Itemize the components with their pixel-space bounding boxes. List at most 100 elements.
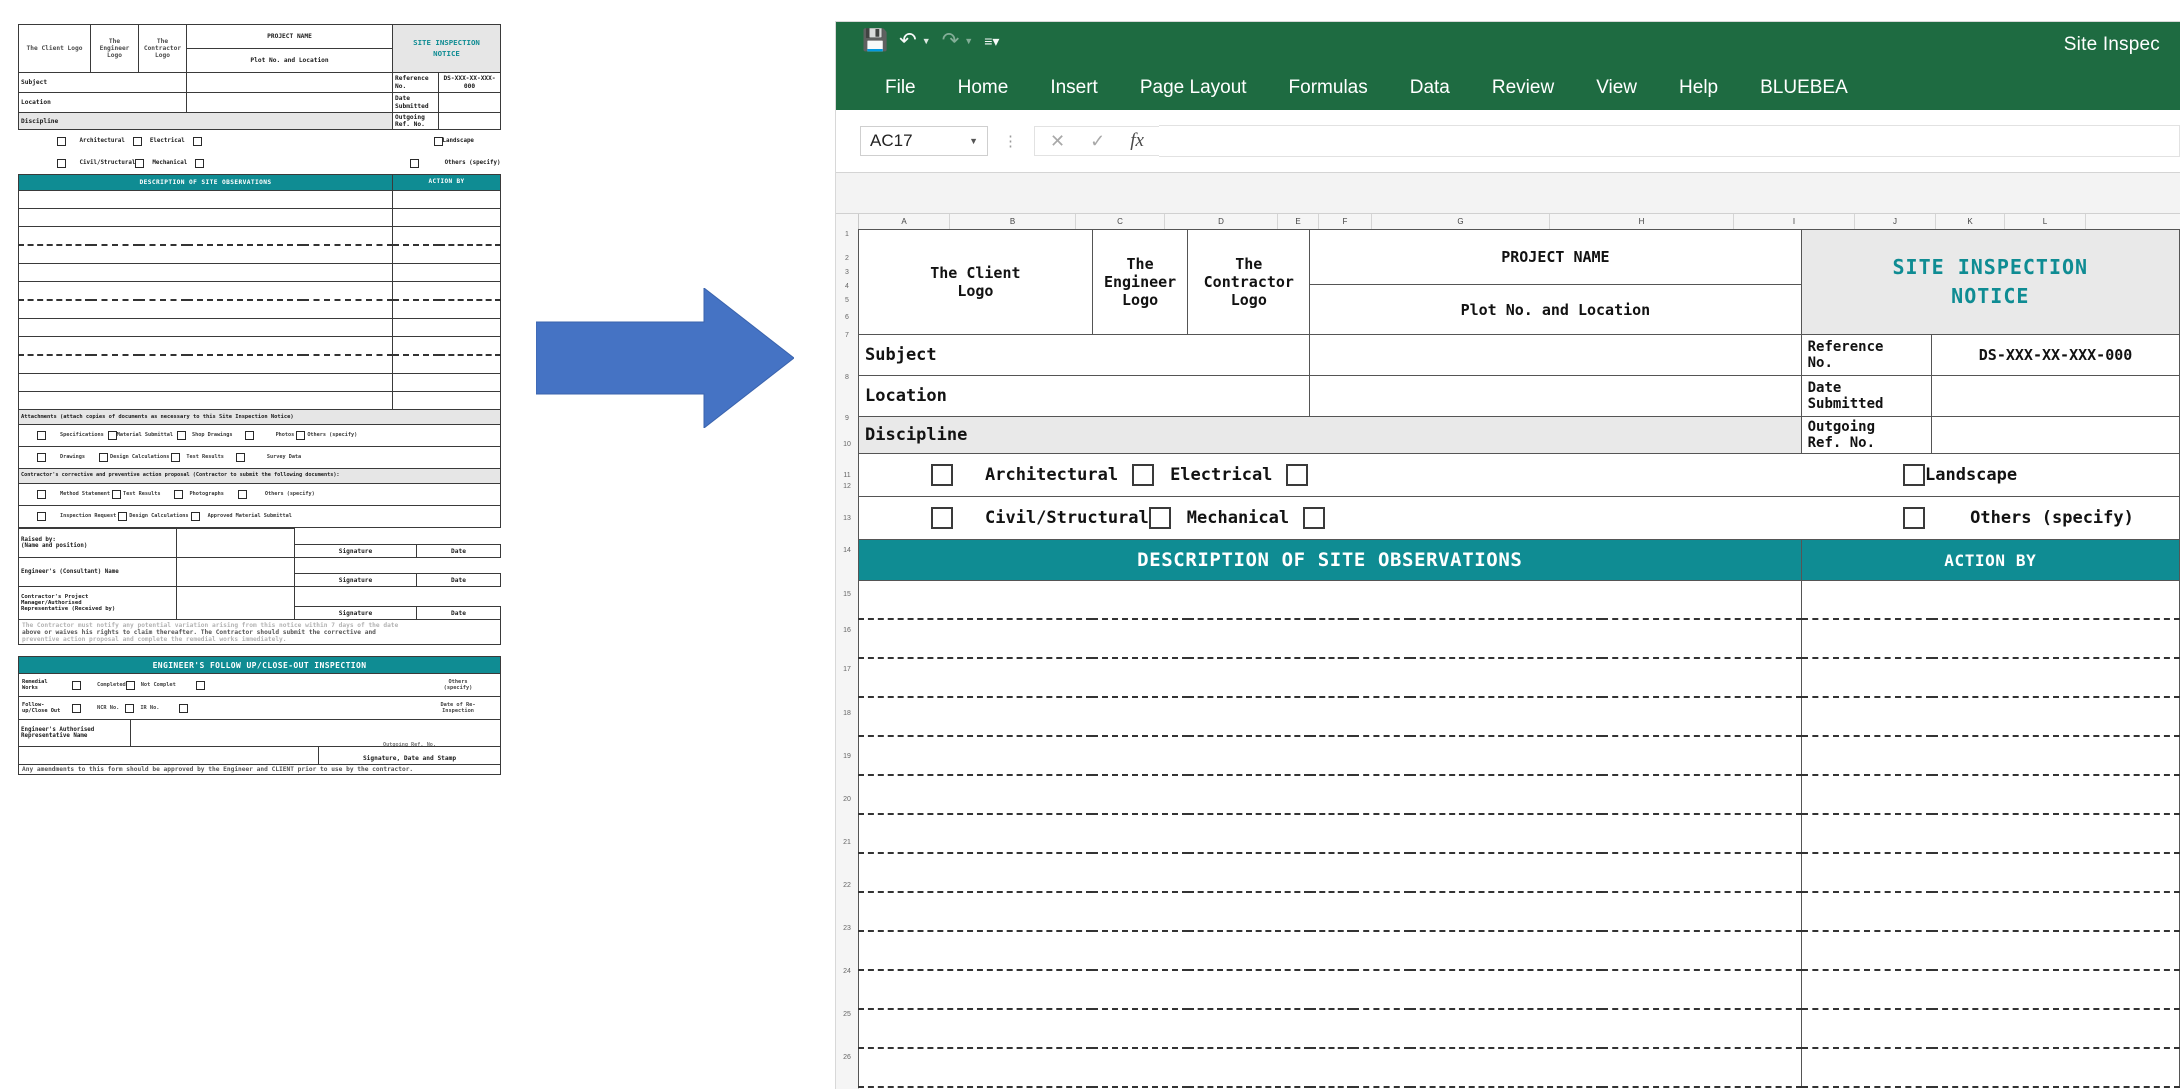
redo-icon[interactable]: ↷ xyxy=(942,30,960,51)
row-number[interactable]: 7 xyxy=(836,332,858,339)
tab-review[interactable]: Review xyxy=(1471,65,1575,110)
sheet-subject-value[interactable] xyxy=(1309,334,1802,376)
row-number[interactable]: 24 xyxy=(836,968,858,975)
contractor-rep-value[interactable] xyxy=(176,586,295,621)
sheet-architectural-checkbox[interactable] xyxy=(931,464,953,487)
contractor-sig-value[interactable] xyxy=(295,587,417,607)
column-header-k[interactable]: K xyxy=(1936,214,2005,229)
sheet-date-submitted-value[interactable] xyxy=(1931,375,2180,417)
attach-material-submittal-checkbox[interactable] xyxy=(107,431,117,441)
observation-row[interactable] xyxy=(17,190,394,210)
attach-specifications-checkbox[interactable] xyxy=(37,431,46,441)
sheet-observation-row[interactable] xyxy=(858,813,1802,855)
corr-photographs-checkbox[interactable] xyxy=(174,490,184,500)
attach-photos-checkbox[interactable] xyxy=(244,431,254,441)
row-number[interactable]: 1 xyxy=(836,231,858,238)
action-row[interactable] xyxy=(392,299,502,320)
tab-formulas[interactable]: Formulas xyxy=(1268,65,1389,110)
followup-ir-checkbox[interactable] xyxy=(179,703,189,713)
tab-help[interactable]: Help xyxy=(1658,65,1739,110)
discipline-architectural-checkbox[interactable] xyxy=(56,136,66,146)
sheet-subject-label[interactable]: Subject xyxy=(857,334,1311,376)
row-number[interactable]: 17 xyxy=(836,666,858,673)
action-row[interactable] xyxy=(392,190,502,210)
location-value[interactable] xyxy=(185,92,394,113)
row-number[interactable]: 20 xyxy=(836,796,858,803)
observation-row[interactable] xyxy=(17,226,394,247)
row-number[interactable]: 6 xyxy=(836,314,858,321)
more-options-icon[interactable]: ⋮ xyxy=(1003,132,1019,150)
row-number[interactable]: 23 xyxy=(836,925,858,932)
tab-file[interactable]: File xyxy=(864,65,937,110)
engineer-date-value[interactable] xyxy=(417,558,501,574)
sheet-contractor-logo[interactable]: The Contractor Logo xyxy=(1187,229,1311,335)
sheet-action-row[interactable] xyxy=(1800,580,2180,621)
column-header-f[interactable]: F xyxy=(1319,214,1372,229)
sheet-plot-location[interactable]: Plot No. and Location xyxy=(1309,284,1802,335)
column-header-l[interactable]: L xyxy=(2005,214,2086,229)
action-row[interactable] xyxy=(392,318,502,338)
sheet-action-row[interactable] xyxy=(1800,1047,2180,1089)
raised-by-sig-value[interactable] xyxy=(295,529,417,545)
column-header-a[interactable]: A xyxy=(859,214,950,229)
row-number[interactable]: 4 xyxy=(836,283,858,290)
sheet-civil-checkbox[interactable] xyxy=(931,507,953,530)
subject-value[interactable] xyxy=(185,72,394,93)
row-number[interactable]: 21 xyxy=(836,839,858,846)
formula-input[interactable] xyxy=(1158,125,2180,157)
attach-test-results-checkbox[interactable] xyxy=(171,453,181,463)
customize-qat-icon[interactable]: ≡▾ xyxy=(984,34,999,48)
contractor-date-value[interactable] xyxy=(417,587,501,607)
sheet-action-row[interactable] xyxy=(1800,618,2180,660)
row-number[interactable]: 5 xyxy=(836,297,858,304)
engineer-name-value[interactable] xyxy=(176,557,295,588)
chevron-down-icon[interactable]: ▼ xyxy=(969,136,978,146)
sheet-observation-row[interactable] xyxy=(858,969,1802,1011)
corr-design-calc-checkbox[interactable] xyxy=(118,512,128,522)
save-icon[interactable]: 💾 xyxy=(862,30,888,51)
sheet-observation-row[interactable] xyxy=(858,580,1802,621)
discipline-civil-checkbox[interactable] xyxy=(56,158,66,168)
corr-approved-material-checkbox[interactable] xyxy=(190,512,200,522)
column-header-h[interactable]: H xyxy=(1550,214,1734,229)
column-header-c[interactable]: C xyxy=(1076,214,1165,229)
engineer-sig-value[interactable] xyxy=(295,558,417,574)
sheet-project-name[interactable]: PROJECT NAME xyxy=(1309,229,1802,285)
discipline-blank2-checkbox[interactable] xyxy=(195,158,205,168)
row-number[interactable]: 10 xyxy=(836,441,858,448)
observation-row[interactable] xyxy=(17,281,394,302)
discipline-landscape-checkbox[interactable] xyxy=(433,136,443,146)
row-number[interactable]: 11 xyxy=(836,472,858,479)
sheet-action-row[interactable] xyxy=(1800,774,2180,816)
sheet-action-row[interactable] xyxy=(1800,735,2180,777)
attach-others-checkbox[interactable] xyxy=(296,431,306,441)
corr-test-results-checkbox[interactable] xyxy=(111,490,121,500)
row-number[interactable]: 3 xyxy=(836,269,858,276)
name-box[interactable]: AC17 ▼ xyxy=(860,126,988,156)
sheet-observation-row[interactable] xyxy=(858,696,1802,738)
action-row[interactable] xyxy=(392,244,502,265)
attach-drawings-checkbox[interactable] xyxy=(37,453,46,463)
sheet-observation-row[interactable] xyxy=(858,930,1802,972)
observation-row[interactable] xyxy=(17,299,394,320)
redo-dropdown-icon[interactable]: ▼ xyxy=(964,36,973,46)
sheet-observation-row[interactable] xyxy=(858,1047,1802,1089)
observation-row[interactable] xyxy=(17,208,394,228)
row-number[interactable]: 25 xyxy=(836,1011,858,1018)
sheet-observation-row[interactable] xyxy=(858,1008,1802,1050)
remedial-works-checkbox[interactable] xyxy=(72,680,81,690)
sheet-action-row[interactable] xyxy=(1800,657,2180,699)
action-row[interactable] xyxy=(392,354,502,375)
row-number[interactable]: 8 xyxy=(836,374,858,381)
action-row[interactable] xyxy=(392,226,502,247)
sheet-action-row[interactable] xyxy=(1800,852,2180,894)
corr-inspection-request-checkbox[interactable] xyxy=(37,512,46,522)
discipline-others-checkbox[interactable] xyxy=(409,158,419,168)
row-number[interactable]: 26 xyxy=(836,1054,858,1061)
action-row[interactable] xyxy=(392,281,502,302)
sheet-location-value[interactable] xyxy=(1309,375,1802,417)
observation-row[interactable] xyxy=(17,391,394,411)
sheet-others-checkbox[interactable] xyxy=(1903,507,1925,530)
select-all-corner[interactable] xyxy=(836,214,859,229)
sheet-location-label[interactable]: Location xyxy=(857,375,1311,417)
